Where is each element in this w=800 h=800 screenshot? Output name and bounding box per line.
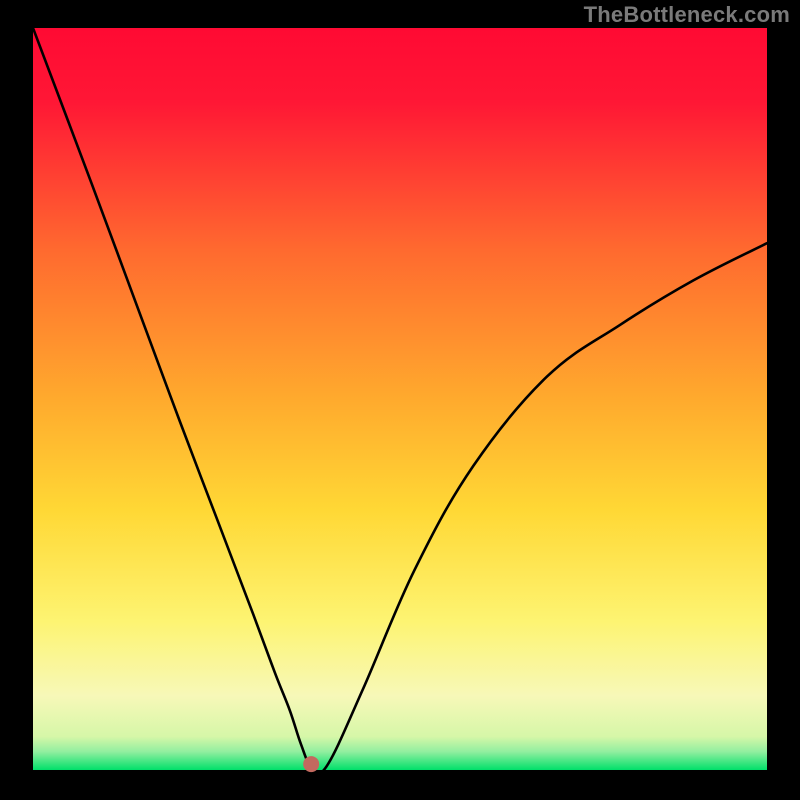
chart-svg <box>0 0 800 800</box>
valley-marker <box>303 756 319 772</box>
watermark-text: TheBottleneck.com <box>584 2 790 28</box>
chart-frame: TheBottleneck.com <box>0 0 800 800</box>
plot-background <box>33 28 767 770</box>
